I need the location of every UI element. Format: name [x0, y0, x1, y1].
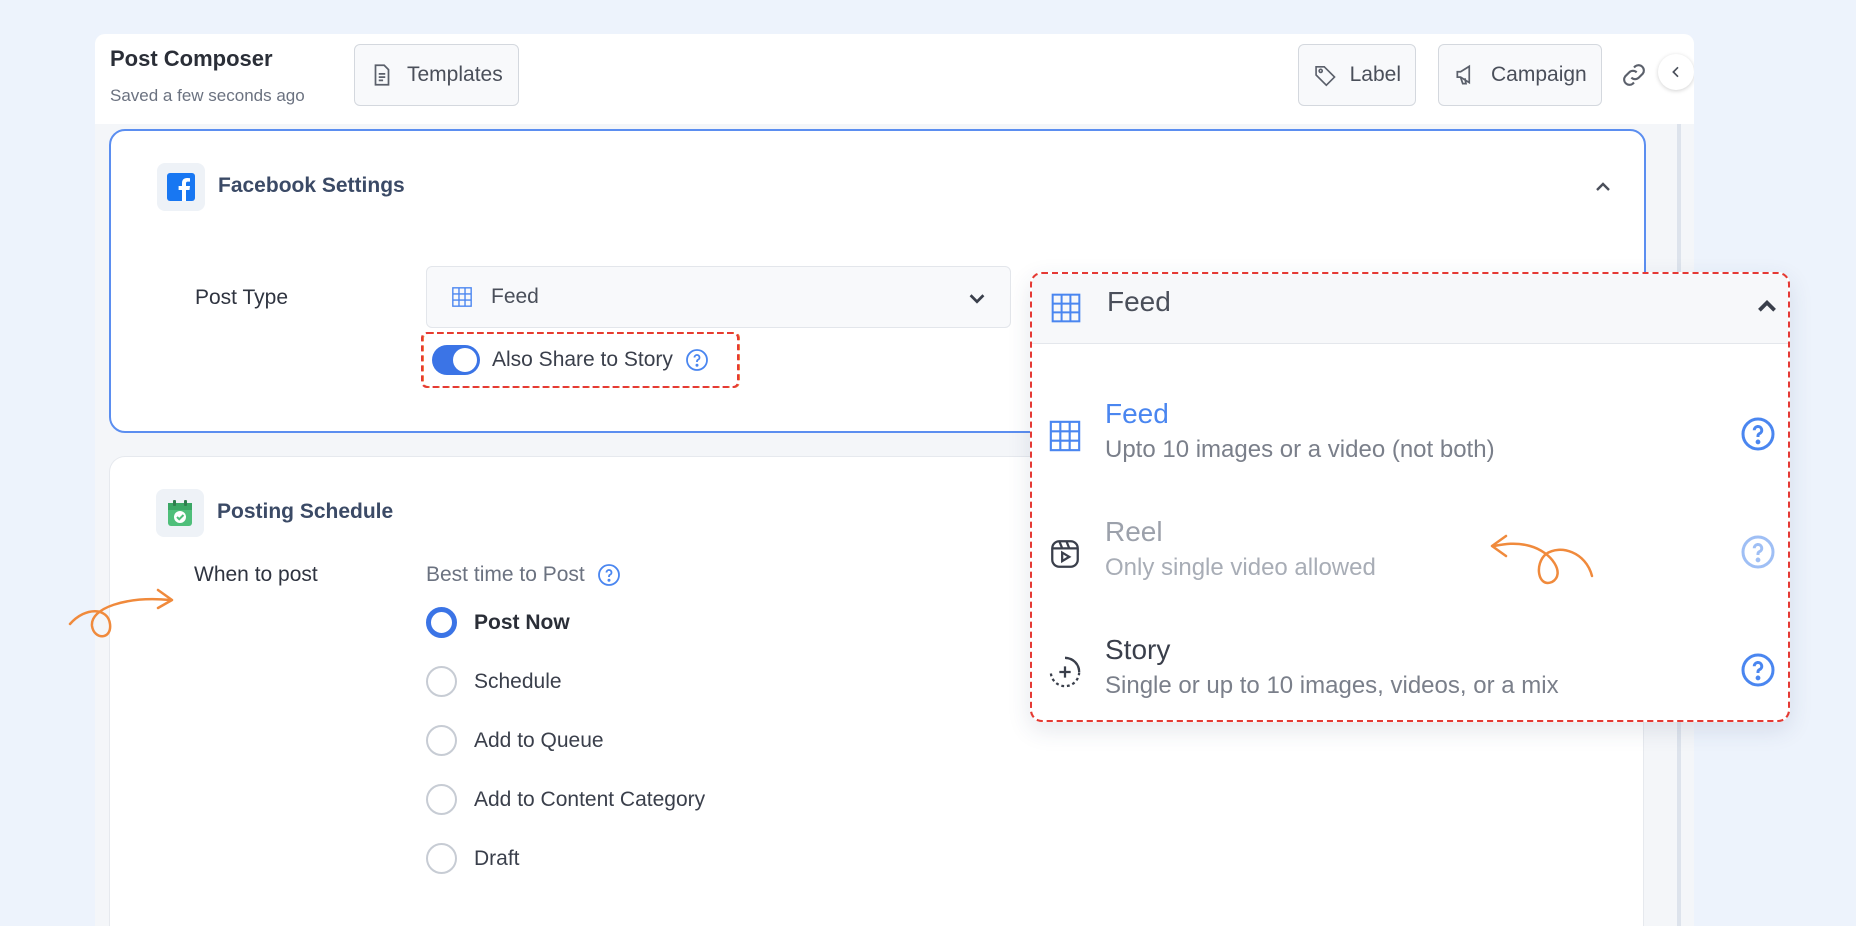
grid-icon: [1051, 293, 1081, 323]
option-name: Reel: [1105, 516, 1163, 547]
post-type-label: Post Type: [195, 286, 289, 309]
dropdown-header[interactable]: Feed: [1032, 274, 1788, 344]
radio-label: Schedule: [474, 669, 562, 693]
best-time-to-post: Best time to Post: [426, 563, 621, 587]
document-icon: [374, 64, 390, 86]
templates-button[interactable]: Templates: [354, 44, 519, 106]
facebook-settings-title: Facebook Settings: [218, 174, 405, 197]
templates-label: Templates: [407, 63, 503, 86]
save-status: Saved a few seconds ago: [110, 86, 305, 105]
annotation-arrow-icon: [1490, 534, 1594, 585]
chevron-left-icon: [1672, 66, 1679, 78]
collapse-panel-button[interactable]: [1658, 54, 1694, 90]
calendar-icon-box: [156, 489, 204, 537]
radio-button[interactable]: [426, 666, 457, 697]
dropdown-option-reel[interactable]: Reel Only single video allowed: [1032, 510, 1788, 610]
composer-header: Post Composer Saved a few seconds ago Te…: [95, 34, 1694, 124]
reel-icon: [1051, 540, 1079, 568]
post-type-dropdown: Feed Feed Upto 10 images or a video (not…: [1030, 272, 1790, 722]
help-icon[interactable]: [1740, 534, 1776, 570]
label-button[interactable]: Label: [1298, 44, 1416, 106]
chevron-down-icon: [969, 294, 985, 304]
radio-draft[interactable]: Draft: [426, 843, 520, 874]
radio-button[interactable]: [426, 607, 457, 638]
facebook-icon: [167, 173, 195, 201]
radio-label: Add to Queue: [474, 728, 604, 752]
radio-label: Post Now: [474, 610, 570, 634]
help-icon[interactable]: [685, 348, 709, 372]
chevron-up-icon[interactable]: [1591, 175, 1615, 199]
megaphone-icon: [1456, 64, 1471, 85]
radio-add-to-content-category[interactable]: Add to Content Category: [426, 784, 705, 815]
radio-button[interactable]: [426, 725, 457, 756]
label-label: Label: [1349, 63, 1401, 86]
radio-post-now[interactable]: Post Now: [426, 607, 570, 638]
dropdown-option-story[interactable]: Story Single or up to 10 images, videos,…: [1032, 628, 1788, 720]
radio-button[interactable]: [426, 843, 457, 874]
post-type-select[interactable]: Feed: [426, 266, 1011, 328]
share-to-story-row: Also Share to Story: [422, 332, 740, 388]
option-name: Feed: [1105, 398, 1169, 429]
post-type-value: Feed: [491, 285, 539, 308]
radio-schedule[interactable]: Schedule: [426, 666, 562, 697]
dropdown-selected-value: Feed: [1107, 286, 1171, 317]
chevron-up-icon: [1758, 299, 1776, 312]
option-description: Only single video allowed: [1105, 554, 1376, 581]
option-description: Upto 10 images or a video (not both): [1105, 436, 1495, 463]
story-icon: [1049, 656, 1081, 688]
posting-schedule-title: Posting Schedule: [217, 500, 394, 523]
radio-label: Add to Content Category: [474, 787, 706, 811]
radio-add-to-queue[interactable]: Add to Queue: [426, 725, 604, 756]
help-icon[interactable]: [1740, 416, 1776, 452]
radio-label: Draft: [474, 846, 520, 870]
radio-button[interactable]: [426, 784, 457, 815]
option-name: Story: [1105, 634, 1171, 665]
grid-icon: [452, 287, 472, 307]
campaign-button[interactable]: Campaign: [1438, 44, 1602, 106]
calendar-check-icon: [168, 500, 192, 526]
help-icon[interactable]: [1740, 652, 1776, 688]
facebook-icon-box: [157, 163, 205, 211]
campaign-label: Campaign: [1491, 63, 1587, 86]
dropdown-option-feed[interactable]: Feed Upto 10 images or a video (not both…: [1032, 392, 1788, 492]
grid-icon: [1049, 420, 1081, 452]
link-icon[interactable]: [1618, 59, 1650, 91]
tag-icon: [1315, 65, 1336, 87]
share-to-story-label: Also Share to Story: [492, 348, 673, 371]
share-to-story-toggle[interactable]: [432, 345, 480, 375]
option-description: Single or up to 10 images, videos, or a …: [1105, 672, 1559, 699]
help-icon[interactable]: [597, 563, 621, 587]
when-to-post-label: When to post: [194, 563, 318, 586]
annotation-arrow-icon: [68, 588, 174, 638]
page-title: Post Composer: [110, 46, 273, 71]
best-time-label: Best time to Post: [426, 563, 585, 586]
